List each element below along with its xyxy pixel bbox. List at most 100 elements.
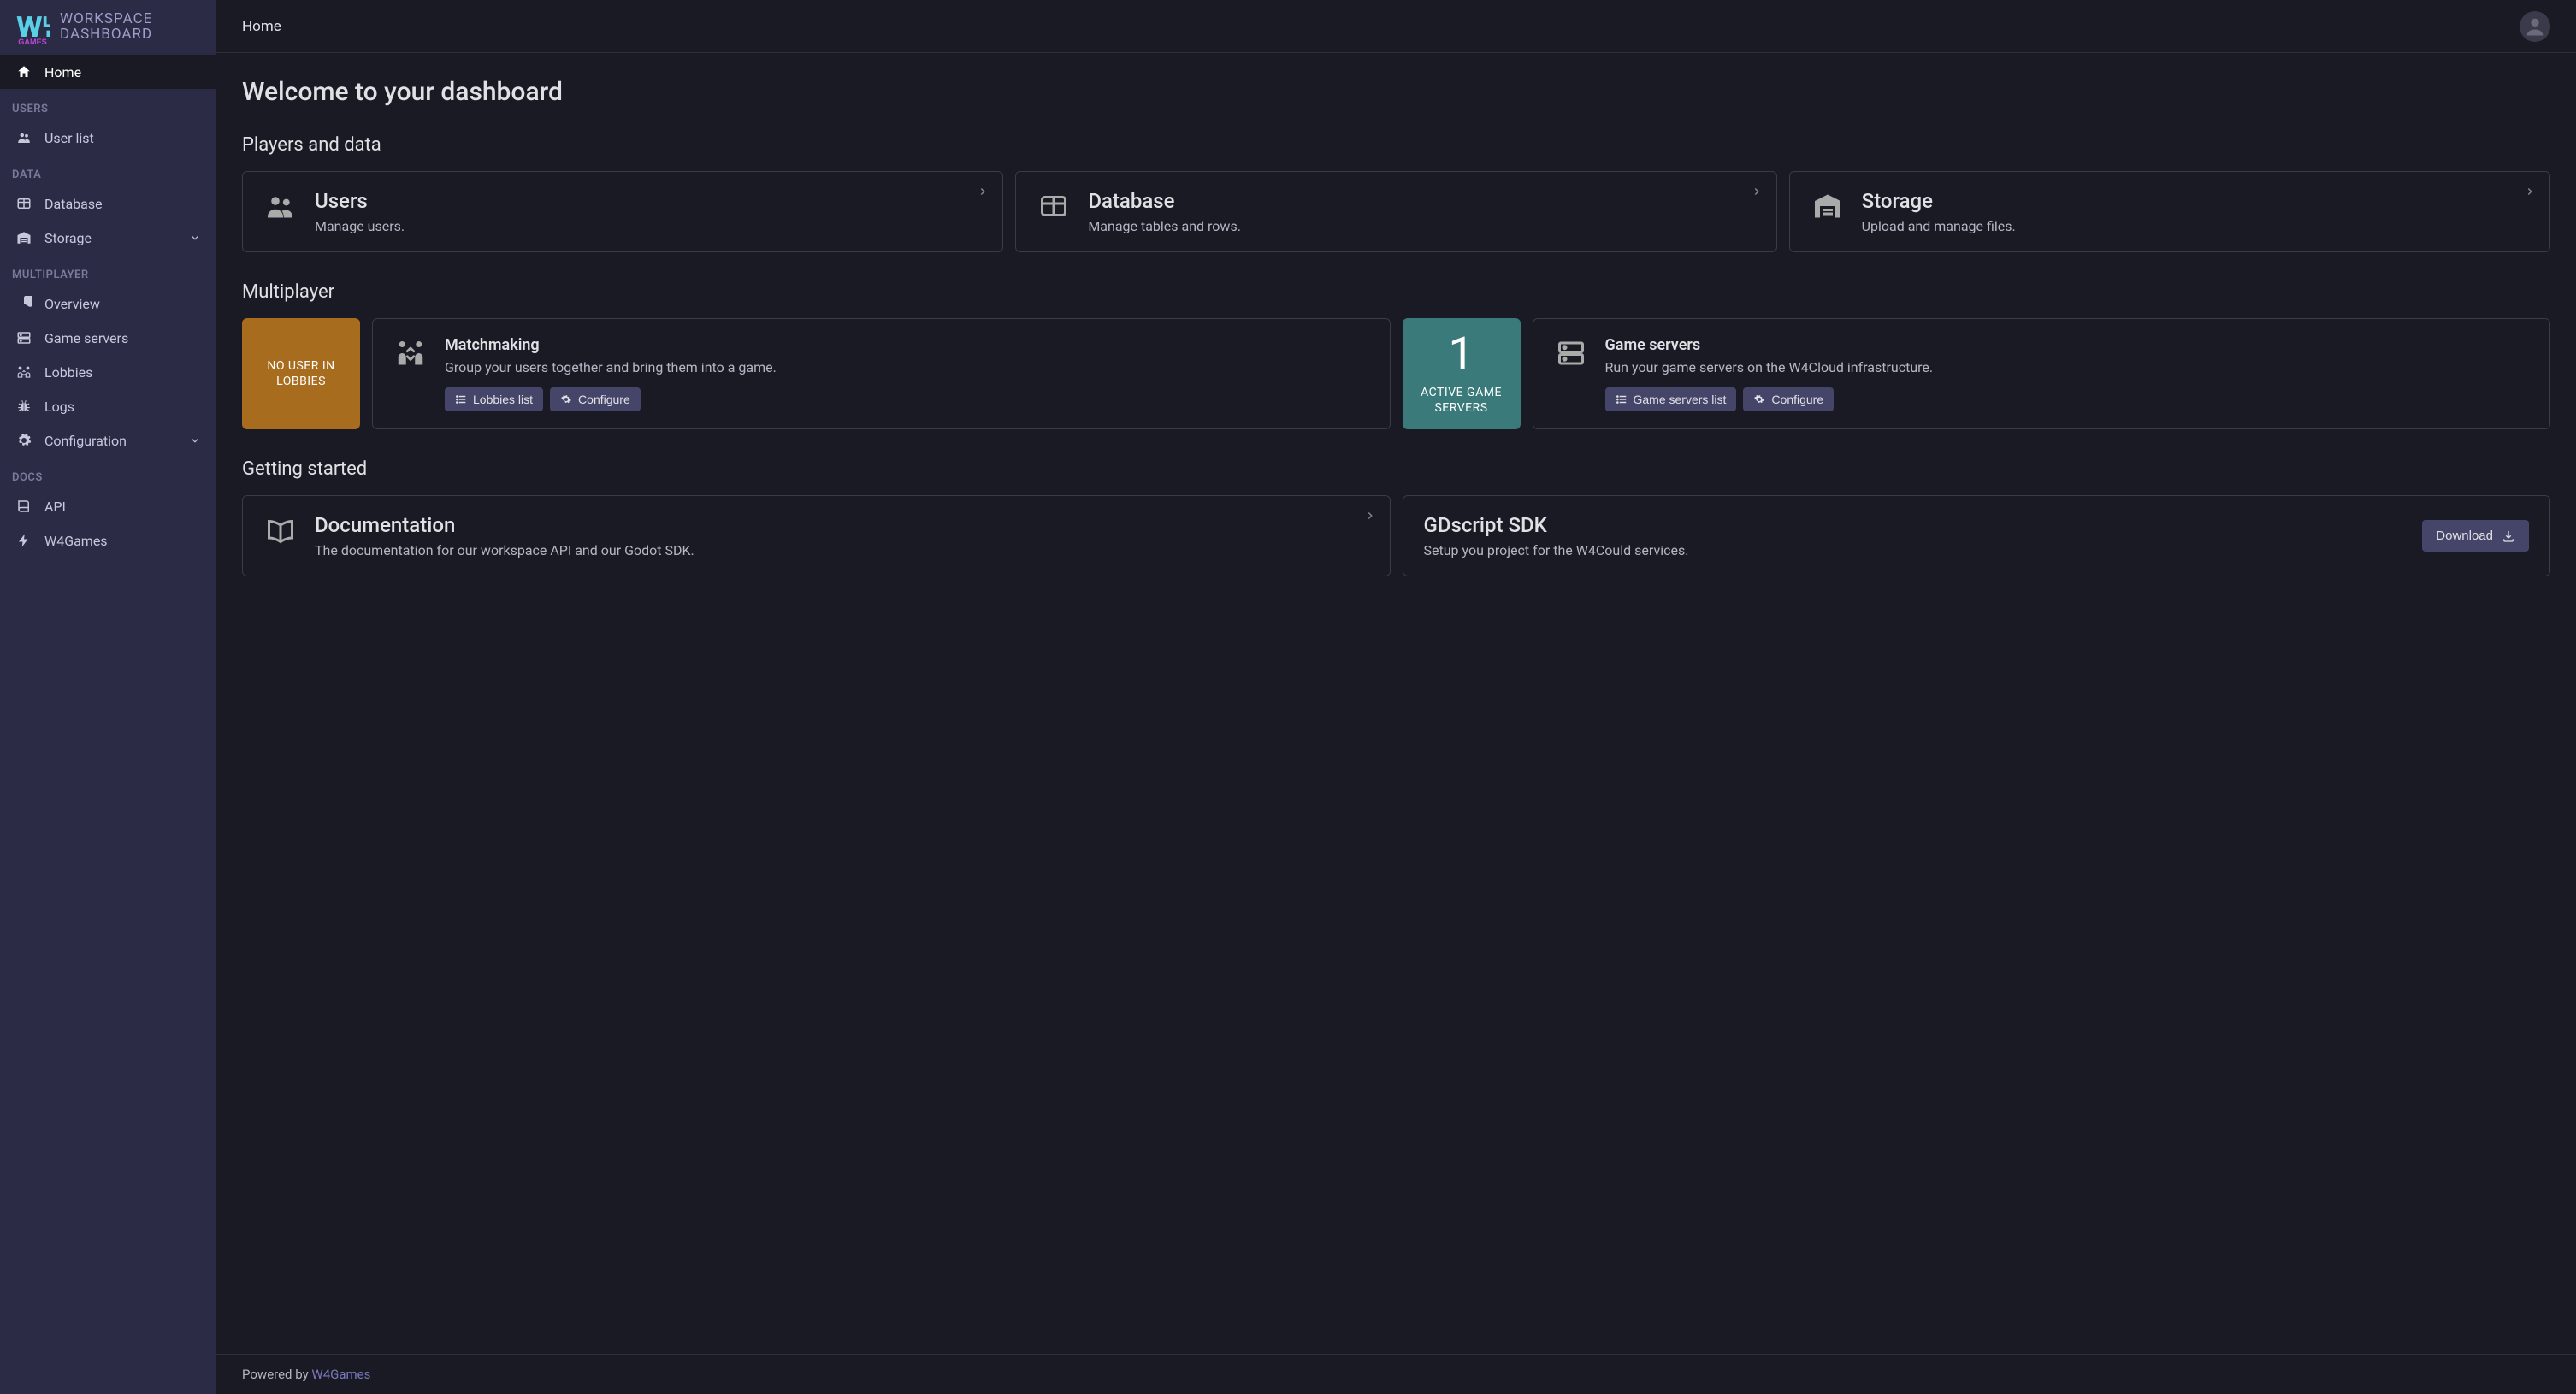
bug-icon	[15, 398, 32, 415]
sidebar-item-label: Storage	[44, 230, 92, 246]
sidebar-item-label: Game servers	[44, 330, 128, 346]
card-title: GDscript SDK	[1424, 513, 2406, 537]
users-icon	[15, 129, 32, 146]
warehouse-icon	[1811, 189, 1845, 223]
sidebar-item-label: W4Games	[44, 533, 108, 549]
sidebar-item-label: API	[44, 499, 66, 515]
sidebar-item-label: Lobbies	[44, 364, 92, 381]
section-players-data: Players and data	[242, 134, 2550, 156]
chevron-down-icon	[189, 434, 201, 446]
brand-text: WORKSPACE DASHBOARD	[60, 12, 152, 43]
sidebar-item-label: User list	[44, 130, 94, 146]
sidebar-item-database[interactable]: Database	[0, 186, 216, 221]
main: Home Welcome to your dashboard Players a…	[216, 0, 2576, 1394]
card-storage[interactable]: Storage Upload and manage files.	[1789, 171, 2550, 252]
server-icon	[15, 329, 32, 346]
button-label: Lobbies list	[473, 393, 533, 406]
button-label: Download	[2436, 529, 2493, 543]
sidebar-item-api[interactable]: API	[0, 489, 216, 523]
topbar: Home	[216, 0, 2576, 53]
sidebar-item-overview[interactable]: Overview	[0, 286, 216, 321]
configure-matchmaking-button[interactable]: Configure	[550, 387, 641, 411]
card-desc: The documentation for our workspace API …	[315, 542, 1369, 558]
nav: Home USERS User list DATA Database Stora…	[0, 55, 216, 1394]
multiplayer-row: NO USER IN LOBBIES Matchmaking Group you…	[242, 318, 2550, 429]
stat-value: 1	[1448, 332, 1474, 378]
section-getting-started: Getting started	[242, 458, 2550, 480]
chevron-right-icon	[1751, 186, 1763, 198]
nav-section-docs: DOCS	[0, 458, 216, 489]
book-icon	[15, 498, 32, 515]
configure-servers-button[interactable]: Configure	[1743, 387, 1834, 411]
card-title: Game servers	[1605, 336, 2530, 354]
card-matchmaking: Matchmaking Group your users together an…	[372, 318, 1391, 429]
button-label: Configure	[578, 393, 630, 406]
card-sdk: GDscript SDK Setup you project for the W…	[1403, 495, 2551, 576]
sidebar-item-lobbies[interactable]: Lobbies	[0, 355, 216, 389]
sidebar-item-label: Logs	[44, 399, 74, 415]
card-database[interactable]: Database Manage tables and rows.	[1015, 171, 1776, 252]
sidebar-item-label: Database	[44, 196, 103, 212]
sidebar-item-user-list[interactable]: User list	[0, 121, 216, 155]
stat-lobbies[interactable]: NO USER IN LOBBIES	[242, 318, 360, 429]
footer-prefix: Powered by	[242, 1367, 311, 1382]
card-desc: Manage tables and rows.	[1088, 218, 1755, 234]
home-icon	[15, 63, 32, 80]
game-servers-list-button[interactable]: Game servers list	[1605, 387, 1737, 411]
gear-icon	[15, 432, 32, 449]
sidebar-item-label: Configuration	[44, 433, 127, 449]
list-icon	[1616, 393, 1628, 405]
svg-text:GAMES: GAMES	[18, 38, 47, 46]
gear-icon	[560, 393, 572, 405]
nav-section-multiplayer: MULTIPLAYER	[0, 255, 216, 286]
table-icon	[15, 195, 32, 212]
brand-line2: DASHBOARD	[60, 27, 152, 43]
book-open-icon	[263, 513, 298, 547]
list-icon	[455, 393, 467, 405]
button-label: Configure	[1771, 393, 1823, 406]
card-desc: Group your users together and bring them…	[445, 359, 1369, 375]
card-users[interactable]: Users Manage users.	[242, 171, 1003, 252]
footer-link[interactable]: W4Games	[311, 1367, 370, 1382]
card-title: Matchmaking	[445, 336, 1369, 354]
card-title: Database	[1088, 189, 1755, 213]
players-data-row: Users Manage users. Database Manage tabl…	[242, 171, 2550, 252]
card-title: Documentation	[315, 513, 1369, 537]
brand[interactable]: GAMES WORKSPACE DASHBOARD	[0, 0, 216, 55]
users-icon	[263, 189, 298, 223]
download-icon	[2502, 529, 2515, 543]
stat-servers[interactable]: 1 ACTIVE GAME SERVERS	[1403, 318, 1521, 429]
sidebar-item-home[interactable]: Home	[0, 55, 216, 89]
card-desc: Manage users.	[315, 218, 982, 234]
sidebar-item-w4games[interactable]: W4Games	[0, 523, 216, 558]
sidebar-item-label: Home	[44, 64, 81, 80]
bolt-icon	[15, 532, 32, 549]
sidebar-item-storage[interactable]: Storage	[0, 221, 216, 255]
sidebar-item-configuration[interactable]: Configuration	[0, 423, 216, 458]
card-desc: Run your game servers on the W4Cloud inf…	[1605, 359, 2530, 375]
avatar[interactable]	[2520, 11, 2550, 42]
table-icon	[1037, 189, 1071, 223]
brand-logo-icon: GAMES	[14, 9, 51, 46]
stat-label: NO USER IN LOBBIES	[249, 358, 353, 389]
card-game-servers: Game servers Run your game servers on th…	[1533, 318, 2551, 429]
card-desc: Setup you project for the W4Could servic…	[1424, 542, 2406, 558]
button-label: Game servers list	[1634, 393, 1727, 406]
nav-section-data: DATA	[0, 155, 216, 186]
download-button[interactable]: Download	[2422, 520, 2529, 552]
chevron-right-icon	[2524, 186, 2536, 198]
gear-icon	[1753, 393, 1765, 405]
people-arrows-icon	[393, 336, 428, 370]
people-arrows-icon	[15, 363, 32, 381]
section-multiplayer: Multiplayer	[242, 281, 2550, 303]
chevron-right-icon	[1364, 510, 1376, 522]
sidebar-item-logs[interactable]: Logs	[0, 389, 216, 423]
lobbies-list-button[interactable]: Lobbies list	[445, 387, 543, 411]
sidebar-item-game-servers[interactable]: Game servers	[0, 321, 216, 355]
card-title: Users	[315, 189, 982, 213]
sidebar-item-label: Overview	[44, 296, 100, 312]
card-title: Storage	[1862, 189, 2529, 213]
card-documentation[interactable]: Documentation The documentation for our …	[242, 495, 1391, 576]
page-title: Welcome to your dashboard	[242, 77, 2550, 107]
chevron-right-icon	[977, 186, 989, 198]
